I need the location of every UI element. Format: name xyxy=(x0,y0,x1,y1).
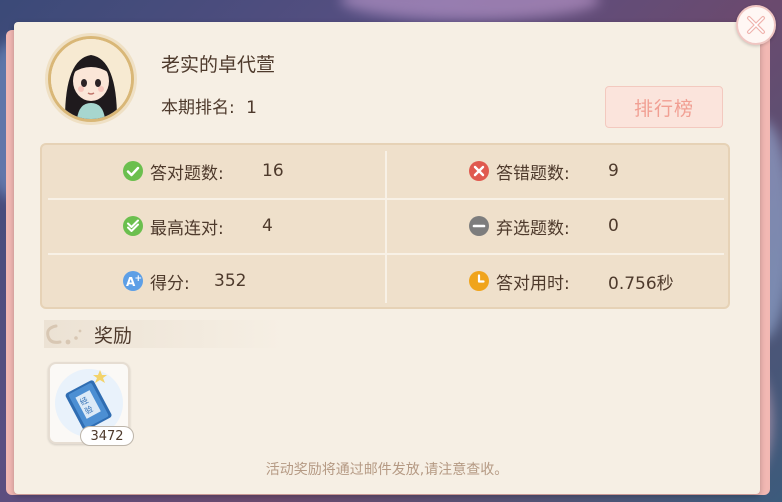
stat-max-streak-label: 最高连对: xyxy=(150,218,224,239)
stat-skipped: 弃选题数: 0 xyxy=(468,200,619,252)
stat-score-value: 352 xyxy=(214,271,247,291)
stat-max-streak-value: 4 xyxy=(262,216,273,236)
stats-table: 答对题数: 16 答错题数: 9 最高连对: 4 弃选题数: 0 A + 得分:… xyxy=(40,143,730,309)
rewards-title: 奖励 xyxy=(94,324,133,347)
double-check-icon xyxy=(123,216,143,236)
avatar xyxy=(48,36,134,122)
stat-correct-label: 答对题数: xyxy=(150,163,224,184)
stat-max-streak: 最高连对: 4 xyxy=(122,200,273,252)
check-circle-icon xyxy=(123,161,143,181)
rank-info: 本期排名: 1 xyxy=(161,93,263,118)
stat-time-value: 0.756秒 xyxy=(608,273,674,294)
stat-score-label: 得分: xyxy=(150,273,190,294)
rewards-header: 奖励 xyxy=(44,320,284,348)
player-name: 老实的卓代萱 xyxy=(161,54,276,76)
rank-label: 本期排名: xyxy=(161,98,235,118)
stat-correct: 答对题数: 16 xyxy=(122,145,284,197)
stat-correct-value: 16 xyxy=(262,161,284,181)
x-circle-icon xyxy=(469,161,489,181)
stat-skipped-value: 0 xyxy=(608,216,619,236)
close-button[interactable] xyxy=(736,5,776,45)
minus-circle-icon xyxy=(469,216,489,236)
stat-wrong-value: 9 xyxy=(608,161,619,181)
stat-skipped-label: 弃选题数: xyxy=(496,218,570,239)
rank-value: 1 xyxy=(246,98,257,118)
stat-score: A + 得分: 352 xyxy=(122,255,246,307)
stat-wrong-label: 答错题数: xyxy=(496,163,570,184)
stat-wrong: 答错题数: 9 xyxy=(468,145,619,197)
reward-item-count: 3472 xyxy=(80,426,134,446)
stat-time-label: 答对用时: xyxy=(496,273,570,294)
leaderboard-button[interactable]: 排行榜 xyxy=(605,86,723,128)
stat-time: 答对用时: 0.756秒 xyxy=(468,255,674,307)
result-panel: 老实的卓代萱 本期排名: 1 排行榜 答对题数: 16 答错题数: 9 最高连对… xyxy=(14,22,760,494)
svg-text:+: + xyxy=(135,274,143,284)
cloud-swirl-icon xyxy=(46,324,82,345)
clock-icon xyxy=(469,271,489,291)
mail-notice: 活动奖励将通过邮件发放,请注意查收。 xyxy=(265,462,509,478)
avatar-portrait-icon xyxy=(51,39,131,119)
close-icon xyxy=(747,16,765,34)
a-plus-icon: A + xyxy=(123,271,143,291)
